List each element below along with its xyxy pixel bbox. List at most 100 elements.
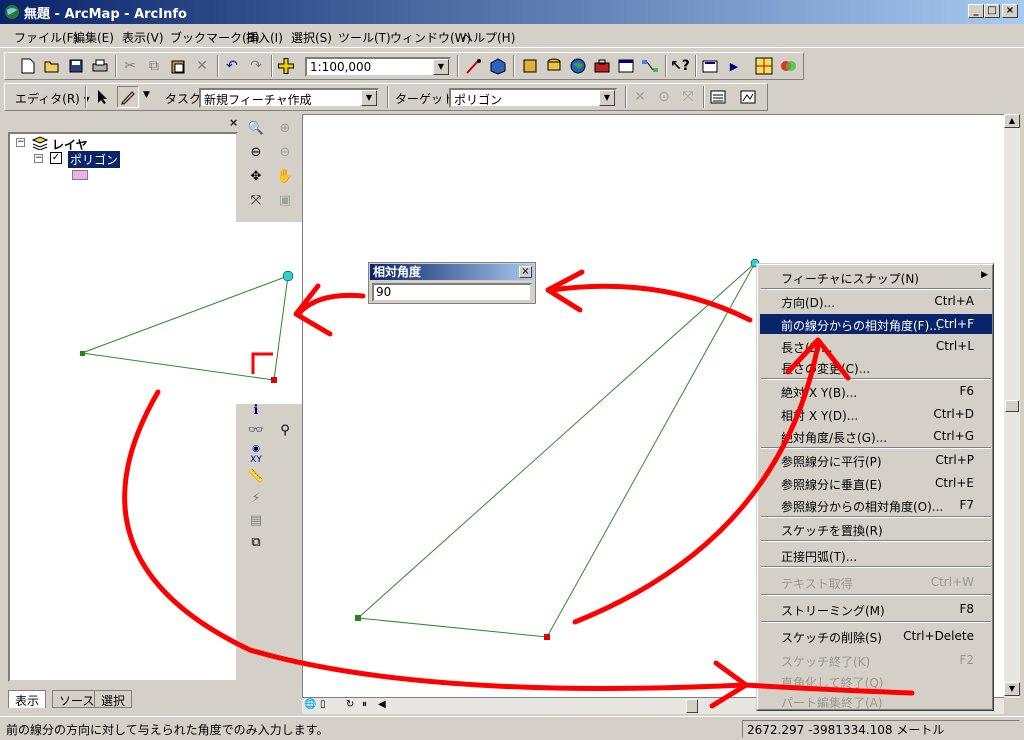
collapse-icon[interactable]: −	[34, 154, 43, 163]
map-vertical-scrollbar[interactable]: ▲ ▼	[1004, 114, 1020, 698]
hyperlink-icon[interactable]: ⚲	[274, 420, 296, 442]
menu-item-absolute-xy[interactable]: 絶対 X Y(B)... F6	[760, 381, 992, 401]
scroll-left-icon[interactable]: ◀	[378, 699, 386, 710]
menu-item-square-and-finish[interactable]: 直角化して終了(Q)	[760, 671, 992, 691]
scroll-up-icon[interactable]: ▲	[1004, 114, 1020, 128]
menu-item-replace-sketch[interactable]: スケッチを置換(R)	[760, 519, 992, 539]
redo-icon[interactable]: ↷	[245, 55, 267, 77]
zoom-in-icon[interactable]: 🔍	[245, 118, 267, 140]
fixed-zoom-out-icon[interactable]: ⊖	[274, 142, 296, 164]
sketch-properties-icon[interactable]	[737, 86, 759, 108]
menu-item-direction-length[interactable]: 絶対角度/長さ(G)... Ctrl+G	[760, 426, 992, 446]
menu-item-direction[interactable]: 方向(D)... Ctrl+A	[760, 291, 992, 311]
database-icon[interactable]	[543, 55, 565, 77]
hand-icon[interactable]: ✋	[274, 166, 296, 188]
menu-item-delete-sketch[interactable]: スケッチの削除(S) Ctrl+Delete	[760, 626, 992, 646]
scale-tool-icon[interactable]: ⤧	[677, 86, 699, 108]
task-combo[interactable]: 新規フィーチャ作成 ▼	[199, 88, 379, 108]
toolbox-icon[interactable]	[591, 55, 613, 77]
arccatalog-icon[interactable]	[519, 55, 541, 77]
globe-icon[interactable]	[567, 55, 589, 77]
delete-icon[interactable]: ✕	[191, 55, 213, 77]
menu-file[interactable]: ファイル(F)	[14, 29, 78, 46]
sketch-vertex[interactable]	[355, 615, 361, 621]
layout-view-icon[interactable]: ▯	[320, 699, 326, 710]
lightning-icon[interactable]: ⚡	[245, 488, 267, 510]
pause-icon[interactable]: ⏸	[362, 699, 367, 710]
previous-extent-icon[interactable]: ▣	[274, 190, 296, 212]
tab-display[interactable]: 表示	[8, 690, 47, 708]
menu-item-streaming[interactable]: ストリーミング(M) F8	[760, 599, 992, 619]
dropdown-arrow-icon[interactable]: ▶	[723, 55, 745, 77]
menu-window[interactable]: ウィンドウ(W)	[390, 29, 471, 46]
edit-tool-arrow-icon[interactable]	[91, 86, 113, 108]
save-icon[interactable]	[65, 55, 87, 77]
menu-select[interactable]: 選択(S)	[291, 29, 332, 46]
layout-grid-icon[interactable]	[753, 55, 775, 77]
map-scale-combo[interactable]: 1:100,000 ▼	[305, 57, 451, 77]
arctoolbox-icon[interactable]	[487, 55, 509, 77]
whats-this-help-icon[interactable]: ↖?	[669, 55, 691, 77]
minimize-button[interactable]: _	[968, 4, 984, 18]
copy-icon[interactable]: ⧉	[143, 55, 165, 77]
paste-icon[interactable]	[167, 55, 189, 77]
add-data-icon[interactable]	[275, 55, 297, 77]
menu-item-length[interactable]: 長さ(L)... Ctrl+L	[760, 336, 992, 356]
angle-input[interactable]: 90	[372, 283, 532, 302]
editor-toolbar-icon[interactable]	[463, 55, 485, 77]
sketch-tool-pencil-icon[interactable]	[117, 86, 139, 108]
measure-icon[interactable]: 📏	[245, 466, 267, 488]
pan-icon[interactable]: ✥	[245, 166, 267, 188]
scroll-thumb[interactable]	[686, 699, 698, 713]
chevron-down-icon[interactable]: ▼	[433, 59, 449, 75]
full-extent-icon[interactable]: ⤧	[245, 190, 267, 212]
menu-item-tangent-curve[interactable]: 正接円弧(T)...	[760, 545, 992, 565]
menu-item-perpendicular[interactable]: 参照線分に垂直(E) Ctrl+E	[760, 473, 992, 493]
menu-insert[interactable]: 挿入(I)	[246, 29, 283, 46]
find-binoculars-icon[interactable]: 👓	[245, 420, 267, 442]
attributes-icon[interactable]	[707, 86, 729, 108]
menu-item-deflection[interactable]: 前の線分からの相対角度(F)... Ctrl+F	[760, 314, 992, 334]
scroll-thumb[interactable]	[1005, 400, 1019, 412]
fixed-zoom-in-icon[interactable]: ⊕	[274, 118, 296, 140]
menu-item-segment-deflection[interactable]: 参照線分からの相対角度(O)... F7	[760, 495, 992, 515]
chevron-down-icon[interactable]: ▼	[361, 90, 377, 106]
html-popup-icon[interactable]: ▤	[245, 510, 267, 532]
close-button[interactable]: ×	[1002, 4, 1018, 18]
menu-tools[interactable]: ツール(T)	[338, 29, 391, 46]
menu-item-change-length[interactable]: 長さの変更(C)...	[760, 357, 992, 377]
print-icon[interactable]	[89, 55, 111, 77]
menu-help[interactable]: ヘルプ(H)	[461, 29, 515, 46]
editor-menu-button[interactable]: エディタ(R) ▾	[15, 90, 90, 107]
sketch-tool-dropdown-icon[interactable]: ▼	[143, 90, 150, 100]
layer-symbol-swatch[interactable]	[72, 170, 88, 180]
command-line-icon[interactable]	[615, 55, 637, 77]
scroll-down-icon[interactable]: ▼	[1004, 682, 1020, 696]
split-tool-icon[interactable]: ✕	[629, 86, 651, 108]
close-icon[interactable]: ×	[229, 116, 238, 129]
close-icon[interactable]: ×	[519, 266, 532, 278]
model-builder-icon[interactable]	[639, 55, 661, 77]
menu-item-get-text[interactable]: テキスト取得 Ctrl+W	[760, 572, 992, 592]
collapse-icon[interactable]: −	[16, 138, 25, 147]
layer-name-polygon[interactable]: ポリゴン	[68, 151, 121, 168]
tab-selection[interactable]: 選択	[94, 690, 133, 708]
menu-item-finish-sketch[interactable]: スケッチ終了(K) F2	[760, 650, 992, 670]
menu-view[interactable]: 表示(V)	[122, 29, 164, 46]
rotate-tool-icon[interactable]: ⊙	[653, 86, 675, 108]
menu-item-snap-to-feature[interactable]: フィーチャにスナップ(N) ▶	[760, 267, 992, 287]
zoom-out-icon[interactable]: ⊖	[245, 142, 267, 164]
create-viewer-icon[interactable]: ⧉	[245, 532, 267, 554]
refresh-icon[interactable]: ↻	[346, 699, 354, 710]
target-combo[interactable]: ポリゴン ▼	[449, 88, 617, 108]
open-folder-icon[interactable]	[41, 55, 63, 77]
chevron-down-icon[interactable]: ▼	[599, 90, 615, 106]
menu-edit[interactable]: 編集(E)	[73, 29, 114, 46]
maximize-button[interactable]: □	[984, 4, 1000, 18]
menu-item-finish-part[interactable]: パート編集終了(A)	[760, 691, 992, 711]
menu-item-delta-xy[interactable]: 相対 X Y(D)... Ctrl+D	[760, 404, 992, 424]
undo-icon[interactable]: ↶	[221, 55, 243, 77]
menu-item-parallel[interactable]: 参照線分に平行(P) Ctrl+P	[760, 450, 992, 470]
data-view-icon[interactable]: 🌐	[304, 699, 316, 710]
geoprocessing-icon[interactable]	[777, 55, 799, 77]
